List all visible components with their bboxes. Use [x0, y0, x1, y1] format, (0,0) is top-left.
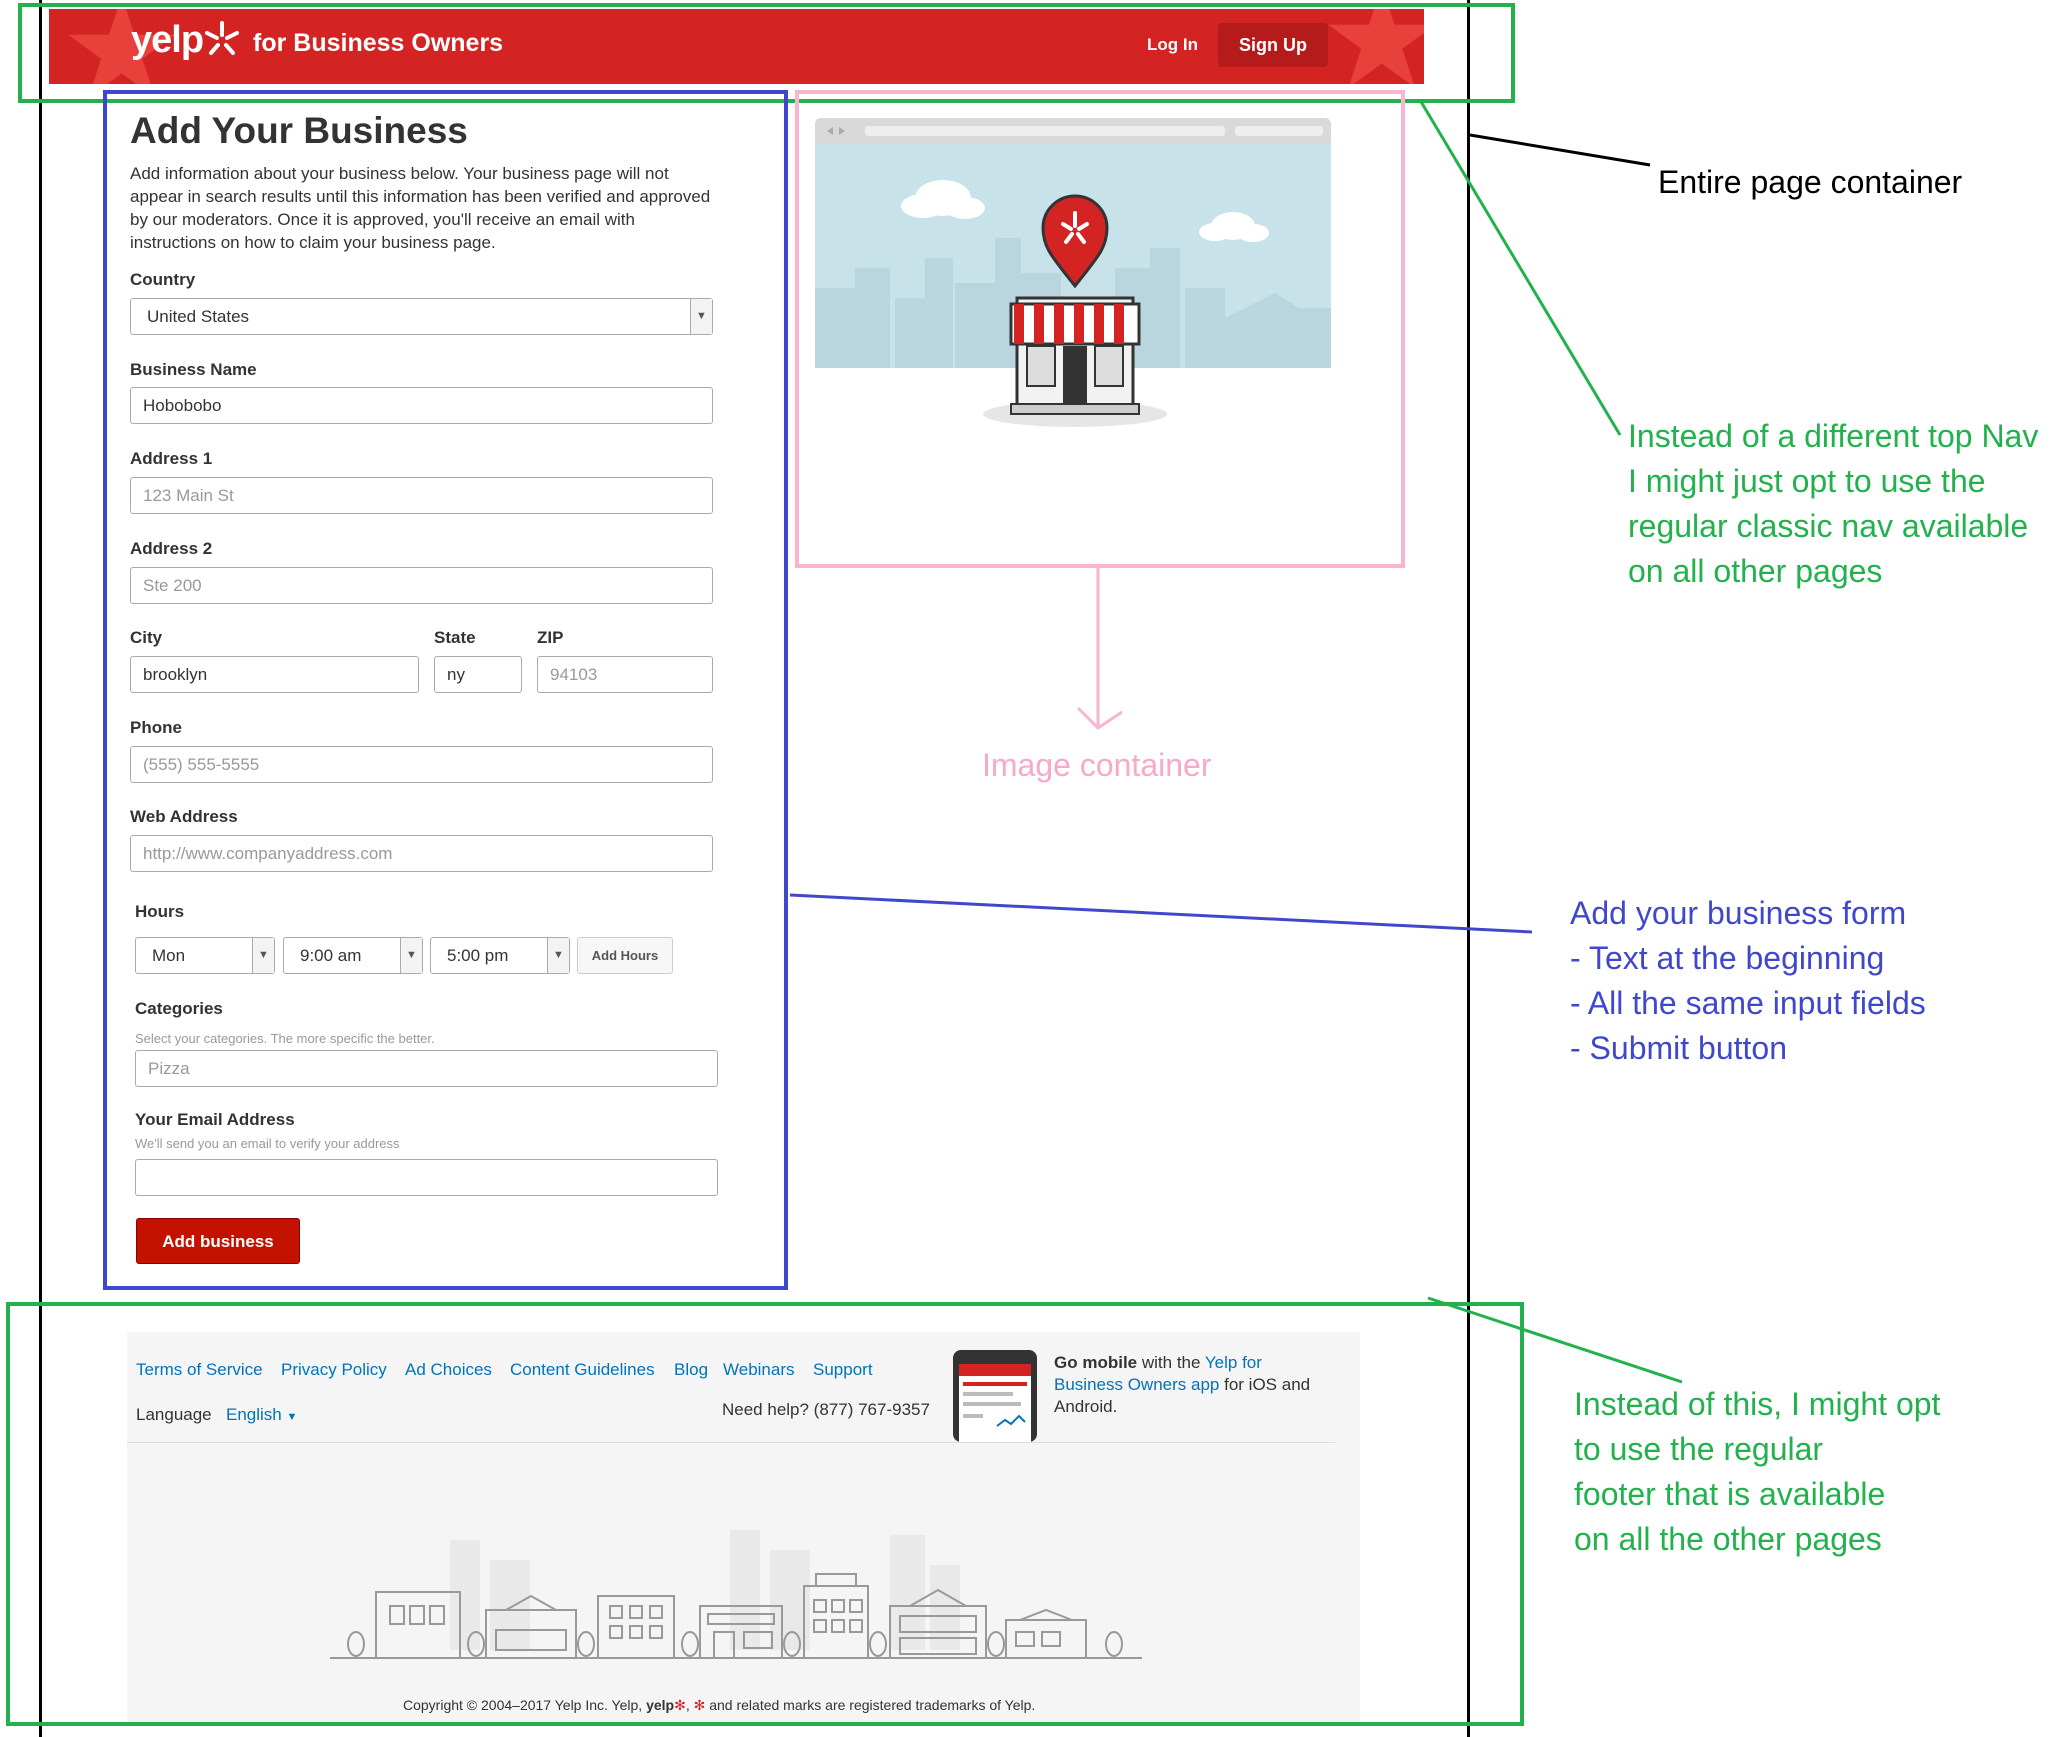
image-container-annotation: Image container [982, 747, 1212, 783]
nav-annotation-line-2: I might just opt to use the [1628, 463, 1986, 499]
footer-annotation-line-4: on all the other pages [1574, 1521, 1882, 1557]
form-annotation-line-2: - Text at the beginning [1570, 940, 1885, 976]
page-container-annotation: Entire page container [1658, 164, 1963, 200]
footer-annotation-line-2: to use the regular [1574, 1431, 1824, 1467]
form-annotation-line-4: - Submit button [1570, 1030, 1787, 1066]
footer-annotation-line-1: Instead of this, I might opt [1574, 1386, 1941, 1422]
nav-annotation-line-1: Instead of a different top Nav [1628, 418, 2039, 454]
form-annotation-line-1: Add your business form [1570, 895, 1907, 931]
footer-annotation-line-3: footer that is available [1574, 1476, 1886, 1512]
nav-annotation-line-3: regular classic nav available [1628, 508, 2029, 544]
nav-annotation-line-4: on all other pages [1628, 553, 1883, 589]
form-annotation-line-3: - All the same input fields [1570, 985, 1926, 1021]
